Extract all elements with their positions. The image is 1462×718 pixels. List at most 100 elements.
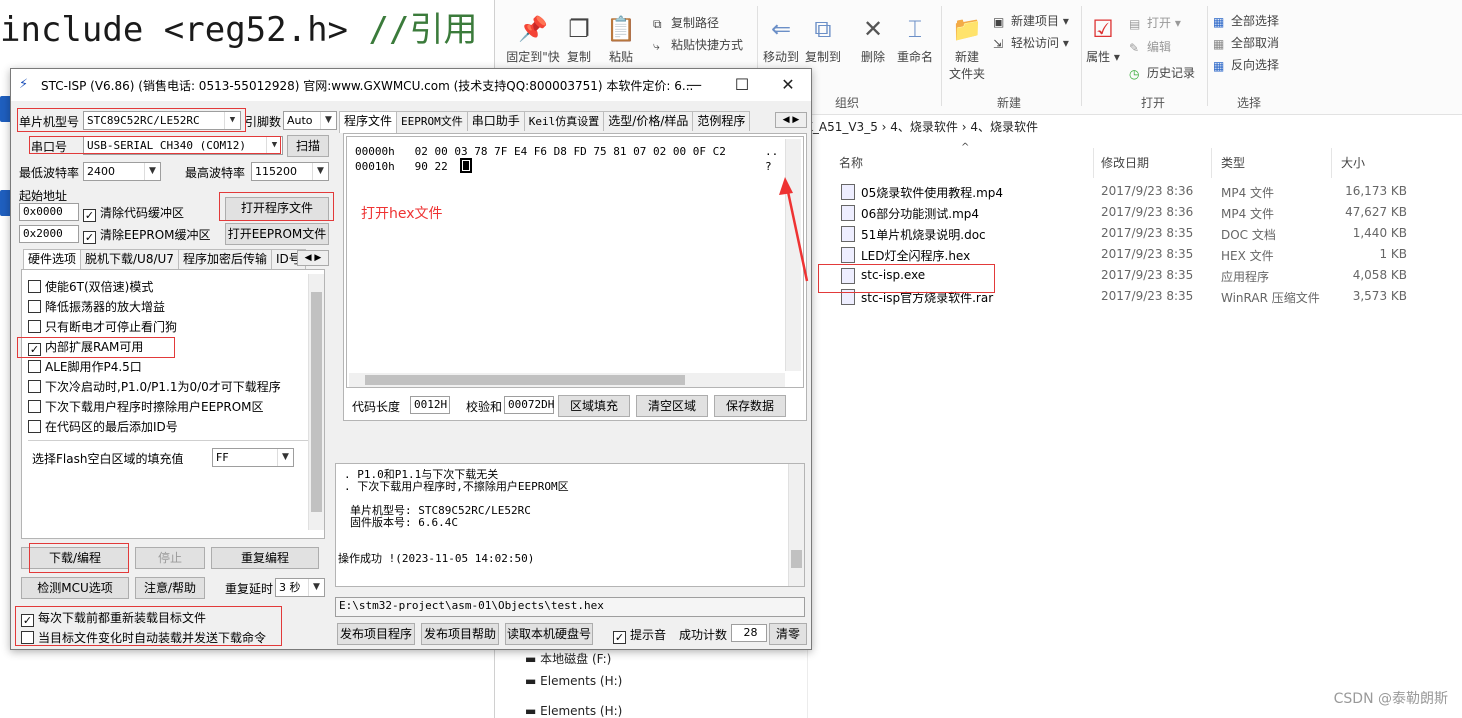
hex-view[interactable]: 00000h 02 00 03 78 7F E4 F6 D8 FD 75 81 … [346,136,804,388]
column-header-modified[interactable]: 修改日期 [1101,154,1149,171]
column-header-type[interactable]: 类型 [1221,154,1245,171]
copy-icon: ❐ [568,15,590,43]
file-date: 2017/9/23 8:35 [1101,226,1194,240]
file-size: 1,440 KB [1352,226,1407,240]
scan-button[interactable]: 扫描 [287,135,329,157]
option-checkbox[interactable]: 使能6T(双倍速)模式 [28,278,153,295]
move-to-button[interactable]: ⇐ 移动到 [759,14,803,65]
repeat-delay-select[interactable]: 3 秒 ▼ [275,578,325,597]
file-date: 2017/9/23 8:36 [1101,184,1194,198]
tab-serial-assistant[interactable]: 串口助手 [466,111,525,131]
open-button[interactable]: ▤ 打开 ▾ [1129,14,1181,31]
properties-button[interactable]: ☑ 属性 ▾ [1085,14,1121,65]
copy-button[interactable]: ❐ 复制 [561,14,597,65]
minimize-button[interactable]: — [671,69,717,101]
title-bar[interactable]: ⚡ STC-ISP (V6.86) (销售电话: 0513-55012928) … [11,69,811,101]
reset-count-button[interactable]: 清零 [769,623,807,645]
option-checkbox[interactable]: 下次下载用户程序时擦除用户EEPROM区 [28,398,264,415]
publish-help-button[interactable]: 发布项目帮助 [421,623,499,645]
tab-encrypted-transfer[interactable]: 程序加密后传输 [177,249,272,269]
file-type: WinRAR 压缩文件 [1221,291,1320,305]
nav-item-drive-h-2[interactable]: ▬ Elements (H:) [525,704,622,718]
start-address-input[interactable]: 0x0000 [19,203,79,221]
divider [28,440,308,441]
option-checkbox[interactable]: 降低振荡器的放大增益 [28,298,165,315]
maximize-button[interactable]: ☐ [719,69,765,101]
nav-item-drive-h[interactable]: ▬ Elements (H:) [525,674,622,688]
paste-button[interactable]: 📋 粘贴 [603,14,639,65]
eeprom-address-input[interactable]: 0x2000 [19,225,79,243]
rename-icon: ⌶ [907,15,923,43]
clear-code-buffer-checkbox[interactable]: ✓ 清除代码缓冲区 [83,204,184,222]
new-folder-button[interactable]: 📁 新建 文件夹 [945,14,989,82]
close-button[interactable]: ✕ [765,69,811,101]
group-divider [941,6,942,106]
column-header-name[interactable]: 名称 [839,154,863,171]
flash-fill-select[interactable]: FF ▼ [212,448,294,467]
invert-selection-button[interactable]: ▦ 反向选择 [1213,56,1279,73]
paste-shortcut-button[interactable]: ⤷ 粘贴快捷方式 [653,36,743,53]
column-header-size[interactable]: 大小 [1341,154,1365,171]
option-checkbox[interactable]: 只有断电才可停止看门狗 [28,318,177,335]
code-keyword: include [0,10,144,50]
tab-eeprom-file[interactable]: EEPROM文件 [396,111,468,131]
copy-path-button[interactable]: ⧉ 复制路径 [653,14,719,31]
tab-sample-programs[interactable]: 范例程序 [692,111,751,131]
detect-mcu-button[interactable]: 检测MCU选项 [21,577,129,599]
beep-checkbox[interactable]: ✓ 提示音 [613,626,666,644]
file-row[interactable]: 06部分功能测试.mp4 2017/9/23 8:36 MP4 文件 47,627 K… [835,203,1435,224]
clear-region-button[interactable]: 清空区域 [636,395,708,417]
file-row[interactable]: 05烧录软件使用教程.mp4 2017/9/23 8:36 MP4 文件 16,173… [835,182,1435,203]
log-scrollbar[interactable] [788,464,804,586]
copy-to-icon: ⧉ [814,15,832,43]
tab-program-file[interactable]: 程序文件 [339,111,398,133]
tab-hardware-options[interactable]: 硬件选项 [23,249,82,271]
nav-item-drive-f[interactable]: ▬ 本地磁盘 (F:) [525,650,611,667]
copy-to-button[interactable]: ⧉ 复制到 [801,14,845,65]
open-eeprom-file-button[interactable]: 打开EEPROM文件 [225,223,329,245]
stop-button[interactable]: 停止 [135,547,205,569]
tab-selection-price[interactable]: 选型/价格/样品 [603,111,694,131]
help-button[interactable]: 注意/帮助 [135,577,205,599]
option-checkbox[interactable]: 在代码区的最后添加ID号 [28,418,178,435]
pin-count-select[interactable]: Auto ▼ [283,111,337,130]
hex-line: 00010h 90 22 [355,160,448,173]
history-button[interactable]: ◷ 历史记录 [1129,64,1195,81]
option-checkbox[interactable]: 下次冷启动时,P1.0/P1.1为0/0才可下载程序 [28,378,281,395]
publish-program-button[interactable]: 发布项目程序 [337,623,415,645]
option-checkbox[interactable]: ALE脚用作P4.5口 [28,358,142,375]
read-disk-id-button[interactable]: 读取本机硬盘号 [505,623,593,645]
folder-icon: 📁 [952,15,982,43]
file-row[interactable]: LED灯全闪程序.hex 2017/9/23 8:35 HEX 文件 1 KB [835,245,1435,266]
chevron-down-icon: ▼ [312,163,328,180]
stc-isp-window: ⚡ STC-ISP (V6.86) (销售电话: 0513-55012928) … [10,68,812,650]
new-item-icon: ▣ [993,15,1005,29]
clear-eeprom-buffer-checkbox[interactable]: ✓ 清除EEPROM缓冲区 [83,226,211,244]
min-baud-select[interactable]: 2400 ▼ [83,162,161,181]
rename-button[interactable]: ⌶ 重命名 [893,14,937,65]
breadcrumb[interactable]: K_A51_V3_5 › 4、烧录软件 › 4、烧录软件 [805,118,1038,135]
tab-offline-download[interactable]: 脱机下载/U8/U7 [80,249,179,269]
select-none-button[interactable]: ▦ 全部取消 [1213,34,1279,51]
save-data-button[interactable]: 保存数据 [714,395,786,417]
delete-button[interactable]: ✕ 删除 [853,14,893,65]
highlight-box [219,192,334,221]
tab-keil-settings[interactable]: Keil仿真设置 [523,111,605,131]
repeat-program-button[interactable]: 重复编程 [211,547,319,569]
hex-hscrollbar[interactable] [349,373,785,387]
column-divider [1331,148,1332,178]
file-name: 06部分功能测试.mp4 [861,207,980,221]
max-baud-select[interactable]: 115200 ▼ [251,162,329,181]
file-row[interactable]: 51单片机烧录说明.doc 2017/9/23 8:35 DOC 文档 1,440 K… [835,224,1435,245]
tab-scroll-arrows[interactable]: ◀ ▶ [297,250,329,266]
select-all-button[interactable]: ▦ 全部选择 [1213,12,1279,29]
new-item-button[interactable]: ▣ 新建项目 ▾ [993,12,1069,29]
region-fill-button[interactable]: 区域填充 [558,395,630,417]
edit-button[interactable]: ✎ 编辑 [1129,38,1171,55]
easy-access-button[interactable]: ⇲ 轻松访问 ▾ [993,34,1069,51]
pin-quick-access-button[interactable]: 📌 固定到"快 [503,14,563,65]
options-scrollbar[interactable] [308,274,324,530]
min-baud-label: 最低波特率 [19,166,80,180]
tab-scroll-arrows[interactable]: ◀ ▶ [775,112,807,128]
success-count-value: 28 [731,624,767,642]
